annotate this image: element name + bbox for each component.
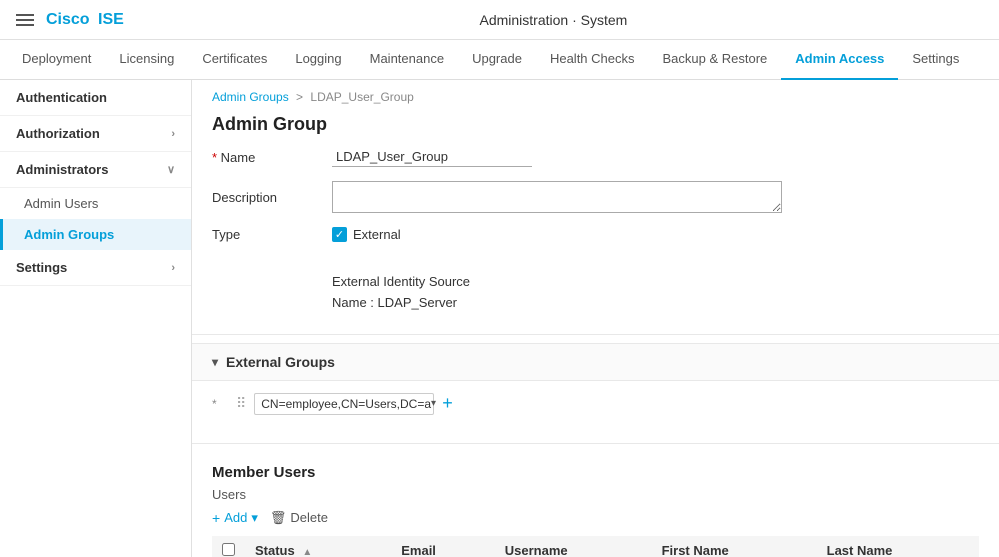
identity-source-name: Name : LDAP_Server [332, 293, 979, 314]
type-external-label: External [353, 227, 401, 242]
th-first-name: First Name [652, 536, 817, 557]
tab-upgrade[interactable]: Upgrade [458, 40, 536, 80]
topbar: Cisco ISE Administration · System [0, 0, 999, 40]
description-label: Description [212, 190, 332, 205]
tab-health-checks[interactable]: Health Checks [536, 40, 649, 80]
identity-source-info: External Identity Source Name : LDAP_Ser… [192, 272, 999, 326]
type-checkbox-row: External [332, 227, 401, 242]
breadcrumb-separator: > [296, 90, 303, 104]
page-title: Admin Group [192, 110, 999, 147]
add-group-row-button[interactable]: + [442, 393, 453, 414]
status-sort-icon: ▲ [302, 547, 312, 557]
nav-tabs: Deployment Licensing Certificates Loggin… [0, 40, 999, 80]
member-users-title: Member Users [212, 464, 979, 481]
delete-icon: 🗑 [270, 510, 287, 526]
external-groups-label: External Groups [226, 354, 335, 370]
tab-licensing[interactable]: Licensing [105, 40, 188, 80]
add-label: Add [224, 510, 247, 525]
users-label: Users [212, 487, 979, 502]
sidebar-item-admin-users[interactable]: Admin Users [0, 188, 191, 219]
ise-text: ISE [98, 11, 124, 29]
sidebar-item-admin-groups[interactable]: Admin Groups [0, 219, 191, 250]
ext-group-row: * ⠿ CN=employee,CN=Users,DC=a ▾ + [212, 393, 979, 415]
name-input[interactable] [332, 147, 532, 167]
tab-settings[interactable]: Settings [898, 40, 973, 80]
th-email: Email [391, 536, 495, 557]
add-icon: + [212, 510, 220, 526]
th-status[interactable]: Status ▲ [245, 536, 391, 557]
table-header-row: Status ▲ Email Username First Name Last … [212, 536, 979, 557]
breadcrumb-current: LDAP_User_Group [310, 90, 413, 104]
type-row: Type External [212, 227, 979, 242]
select-all-checkbox[interactable] [222, 543, 235, 556]
member-users-section: Member Users Users + Add ▾ 🗑 Delete [192, 452, 999, 557]
admin-group-form: Name Description Type External [192, 147, 999, 272]
delete-button[interactable]: 🗑 Delete [270, 510, 328, 526]
cisco-text: Cisco [46, 11, 90, 29]
sidebar-item-authorization[interactable]: Authorization › [0, 116, 191, 152]
add-chevron-icon: ▾ [251, 510, 258, 526]
collapse-icon: ▾ [212, 355, 218, 369]
authorization-chevron-icon: › [171, 128, 175, 140]
name-row: Name [212, 147, 979, 167]
sidebar: Authentication Authorization › Administr… [0, 80, 192, 557]
breadcrumb: Admin Groups > LDAP_User_Group [192, 80, 999, 110]
external-groups-section-header[interactable]: ▾ External Groups [192, 343, 999, 381]
breadcrumb-parent-link[interactable]: Admin Groups [212, 90, 289, 104]
toolbar-row: + Add ▾ 🗑 Delete [212, 510, 979, 526]
external-group-dropdown[interactable]: CN=employee,CN=Users,DC=a ▾ [254, 393, 434, 415]
row-number: * [212, 397, 228, 411]
users-table: Status ▲ Email Username First Name Last … [212, 536, 979, 557]
tab-certificates[interactable]: Certificates [188, 40, 281, 80]
sidebar-item-administrators[interactable]: Administrators ∨ [0, 152, 191, 188]
tab-maintenance[interactable]: Maintenance [356, 40, 458, 80]
tab-logging[interactable]: Logging [281, 40, 355, 80]
tab-backup-restore[interactable]: Backup & Restore [649, 40, 782, 80]
sidebar-item-settings[interactable]: Settings › [0, 250, 191, 286]
description-input[interactable] [332, 181, 782, 213]
cisco-logo: Cisco ISE [46, 11, 124, 29]
administrators-chevron-icon: ∨ [167, 163, 175, 176]
th-last-name: Last Name [817, 536, 979, 557]
add-button[interactable]: + Add ▾ [212, 510, 258, 526]
identity-source-label: External Identity Source [332, 272, 979, 293]
topbar-title: Administration · System [124, 12, 983, 28]
th-username: Username [495, 536, 652, 557]
settings-chevron-icon: › [171, 262, 175, 274]
th-checkbox [212, 536, 245, 557]
external-groups-area: * ⠿ CN=employee,CN=Users,DC=a ▾ + [192, 381, 999, 435]
delete-label: Delete [290, 510, 328, 525]
type-label: Type [212, 227, 332, 242]
content-area: Admin Groups > LDAP_User_Group Admin Gro… [192, 80, 999, 557]
drag-handle-icon[interactable]: ⠿ [236, 395, 246, 412]
name-label: Name [212, 150, 332, 165]
external-group-dropdown-value: CN=employee,CN=Users,DC=a [261, 397, 431, 411]
tab-admin-access[interactable]: Admin Access [781, 40, 898, 80]
menu-hamburger-icon[interactable] [16, 11, 34, 29]
tab-deployment[interactable]: Deployment [8, 40, 105, 80]
main-layout: Authentication Authorization › Administr… [0, 80, 999, 557]
description-row: Description [212, 181, 979, 213]
sidebar-item-authentication[interactable]: Authentication [0, 80, 191, 116]
dropdown-chevron-icon: ▾ [431, 398, 436, 409]
type-external-checkbox[interactable] [332, 227, 347, 242]
